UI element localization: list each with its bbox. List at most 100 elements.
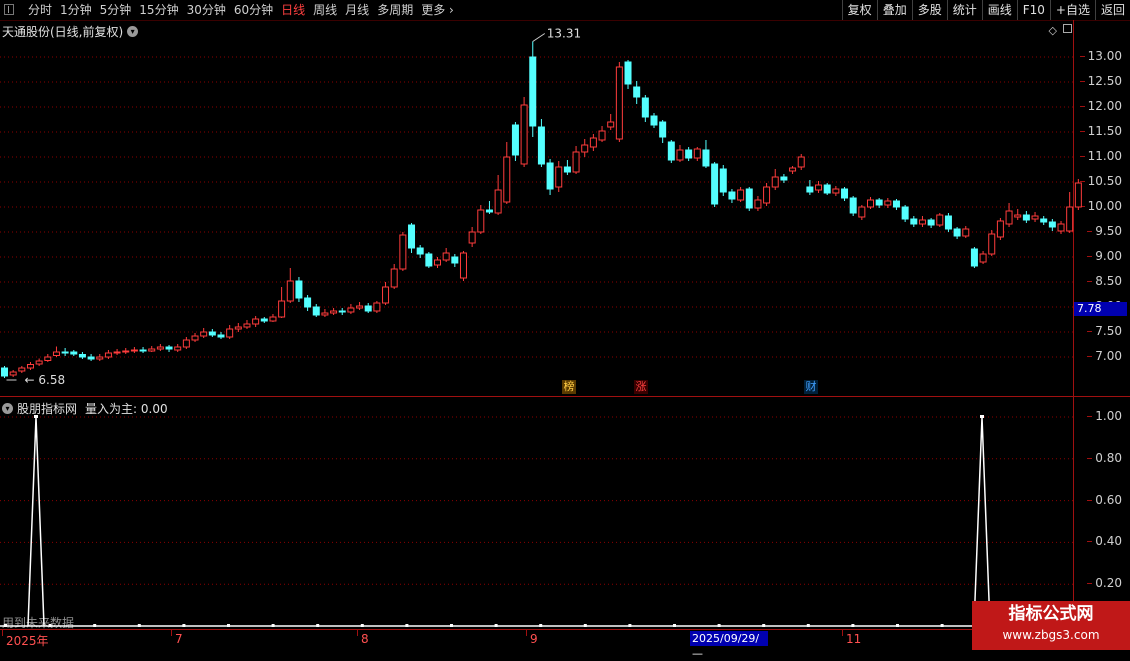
candle-body bbox=[408, 224, 416, 249]
time-axis-label: 8 bbox=[357, 630, 369, 646]
candle-body bbox=[970, 248, 978, 267]
candle-body bbox=[260, 318, 268, 322]
candle-body bbox=[9, 371, 17, 376]
indicator-dot bbox=[405, 624, 409, 627]
candle-body bbox=[988, 233, 996, 255]
candle-body bbox=[754, 199, 762, 209]
candle-body bbox=[996, 220, 1004, 238]
candle-body bbox=[1005, 210, 1013, 225]
candle-body bbox=[633, 86, 641, 98]
candle-body bbox=[546, 162, 554, 190]
candle-body bbox=[18, 367, 26, 372]
candle-body bbox=[892, 200, 900, 208]
candle-body bbox=[503, 156, 511, 203]
candle-body bbox=[174, 346, 182, 351]
candle-body bbox=[910, 218, 918, 225]
time-axis-label: 7 bbox=[171, 630, 183, 646]
candle-body bbox=[806, 186, 814, 193]
candle-body bbox=[745, 188, 753, 209]
candle-body bbox=[711, 163, 719, 205]
candle-body bbox=[832, 188, 840, 194]
indicator-dot bbox=[806, 624, 810, 627]
candle-body bbox=[563, 166, 571, 173]
candle-body bbox=[399, 234, 407, 270]
candle-body bbox=[425, 253, 433, 267]
candle-body bbox=[520, 104, 528, 165]
candle-body bbox=[494, 189, 502, 214]
indicator-dot bbox=[762, 624, 766, 627]
time-axis-label: 9 bbox=[526, 630, 538, 646]
candle-body bbox=[511, 124, 519, 156]
candle-body bbox=[867, 199, 874, 208]
indicator-dot bbox=[316, 624, 320, 627]
watermark-logo: 指标公式网 www.zbgs3.com bbox=[972, 601, 1130, 650]
candle-body bbox=[918, 219, 926, 225]
indicator-dot bbox=[583, 624, 587, 627]
candle-body bbox=[944, 215, 952, 230]
candle-body bbox=[789, 167, 797, 172]
candle-body bbox=[373, 302, 381, 312]
candle-body bbox=[1074, 182, 1082, 208]
indicator-dot bbox=[539, 624, 543, 627]
candle-body bbox=[901, 206, 909, 220]
candle-body bbox=[104, 352, 112, 358]
candle-body bbox=[338, 310, 346, 313]
watermark-url: www.zbgs3.com bbox=[1002, 628, 1100, 642]
candle-body bbox=[555, 166, 563, 188]
candle-body bbox=[1031, 215, 1039, 220]
high-price-label: 13.31 bbox=[547, 27, 581, 41]
candle-body bbox=[295, 280, 303, 299]
time-axis-label: 11 bbox=[841, 630, 862, 646]
candle-body bbox=[217, 334, 225, 338]
watermark-title: 指标公式网 bbox=[1008, 604, 1094, 624]
high-marker-line bbox=[532, 33, 546, 42]
candle-body bbox=[589, 137, 597, 148]
candle-body bbox=[148, 348, 156, 352]
indicator-spike bbox=[27, 416, 45, 627]
candle-body bbox=[953, 228, 961, 237]
indicator-dot bbox=[940, 624, 944, 627]
indicator-spike bbox=[973, 416, 991, 627]
indicator-dot bbox=[628, 624, 632, 627]
candle-body bbox=[962, 228, 970, 237]
indicator-dot bbox=[227, 624, 230, 627]
candle-body bbox=[96, 356, 104, 360]
candle-body bbox=[243, 323, 251, 328]
candle-body bbox=[252, 318, 260, 325]
candle-body bbox=[44, 356, 52, 361]
indicator-dot bbox=[93, 624, 97, 627]
candle-body bbox=[459, 252, 467, 279]
time-axis: 2025/09/29/— 2025年 7 8 9 11 bbox=[0, 629, 1130, 660]
candle-body bbox=[434, 259, 441, 266]
time-axis-label: 2025年 bbox=[2, 630, 49, 648]
candle-body bbox=[1022, 214, 1030, 221]
indicator-dot bbox=[851, 624, 855, 627]
low-price-label: ← 6.58 bbox=[25, 373, 66, 387]
candle-body bbox=[78, 354, 86, 358]
candle-body bbox=[529, 56, 537, 127]
candle-body bbox=[416, 247, 424, 255]
candle-body bbox=[468, 231, 476, 244]
candle-body bbox=[979, 253, 987, 263]
candle-body bbox=[771, 176, 779, 188]
indicator-dot bbox=[896, 624, 899, 627]
candle-body bbox=[122, 350, 130, 353]
candle-body bbox=[650, 115, 658, 126]
candle-body bbox=[156, 346, 164, 350]
candle-body bbox=[321, 312, 329, 316]
candle-body bbox=[1040, 218, 1048, 223]
candle-body bbox=[182, 339, 190, 348]
candle-body bbox=[737, 189, 745, 201]
indicator-dot bbox=[673, 624, 676, 627]
chart-canvas: 13.31 ← 6.58 bbox=[0, 27, 1082, 627]
candle-body bbox=[269, 316, 277, 322]
candle-body bbox=[702, 149, 710, 167]
candle-body bbox=[841, 188, 849, 199]
candle-body bbox=[61, 351, 69, 354]
candle-body bbox=[581, 144, 589, 153]
candle-body bbox=[113, 351, 121, 354]
candle-body bbox=[598, 130, 606, 141]
candle-body bbox=[1, 367, 8, 377]
candle-body bbox=[278, 300, 286, 318]
candle-body bbox=[884, 200, 892, 206]
